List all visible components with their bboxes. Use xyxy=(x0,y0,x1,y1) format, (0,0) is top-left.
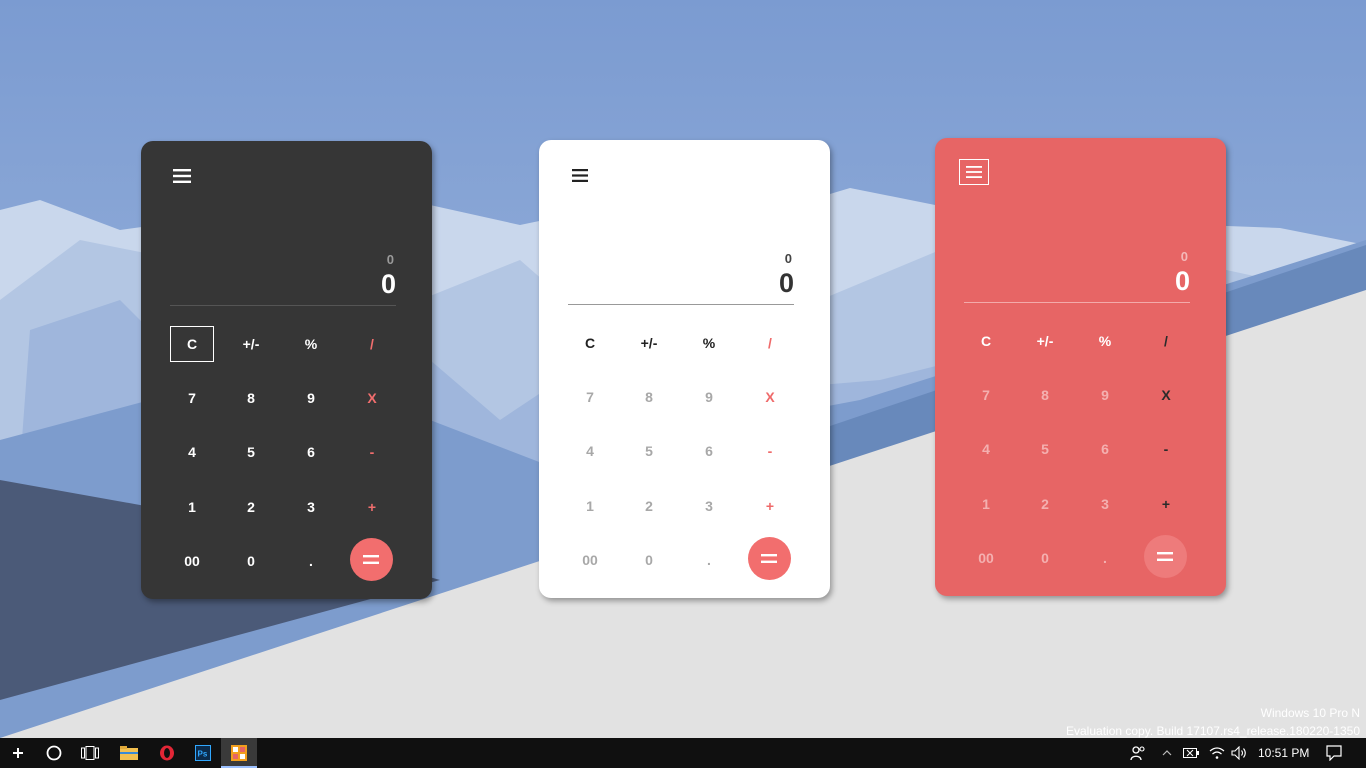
double-zero-button[interactable]: 00 xyxy=(568,542,612,578)
volume-icon[interactable] xyxy=(1228,738,1250,768)
digit-7-button[interactable]: 7 xyxy=(170,380,214,416)
previous-value: 0 xyxy=(784,251,792,266)
equals-button[interactable] xyxy=(349,537,393,581)
percent-button[interactable]: % xyxy=(289,326,333,362)
sign-button[interactable]: +/- xyxy=(229,326,273,362)
subtract-button[interactable]: - xyxy=(350,434,394,470)
calculator-app-icon[interactable] xyxy=(221,738,257,768)
equals-icon xyxy=(363,554,379,564)
multiply-button[interactable]: X xyxy=(350,380,394,416)
digit-4-button[interactable]: 4 xyxy=(568,433,612,469)
digit-9-button[interactable]: 9 xyxy=(687,379,731,415)
plus-icon[interactable] xyxy=(4,738,32,768)
decimal-button[interactable]: . xyxy=(1083,540,1127,576)
digit-9-button[interactable]: 9 xyxy=(1083,377,1127,413)
percent-button[interactable]: % xyxy=(1083,323,1127,359)
watermark-edition: Windows 10 Pro N xyxy=(1260,706,1360,720)
decimal-button[interactable]: . xyxy=(289,543,333,579)
digit-1-button[interactable]: 1 xyxy=(964,486,1008,522)
equals-button[interactable] xyxy=(747,536,791,580)
digit-2-button[interactable]: 2 xyxy=(627,488,671,524)
digit-6-button[interactable]: 6 xyxy=(1083,431,1127,467)
previous-value: 0 xyxy=(386,252,394,267)
digit-3-button[interactable]: 3 xyxy=(687,488,731,524)
percent-button[interactable]: % xyxy=(687,325,731,361)
digit-9-button[interactable]: 9 xyxy=(289,380,333,416)
multiply-button[interactable]: X xyxy=(1144,377,1188,413)
display-divider xyxy=(964,302,1190,303)
double-zero-button[interactable]: 00 xyxy=(964,540,1008,576)
current-value: 0 xyxy=(380,269,396,299)
digit-5-button[interactable]: 5 xyxy=(1023,431,1067,467)
task-view-icon[interactable] xyxy=(74,738,106,768)
current-value: 0 xyxy=(1174,266,1190,296)
digit-2-button[interactable]: 2 xyxy=(1023,486,1067,522)
equals-icon xyxy=(1157,551,1173,561)
people-icon[interactable] xyxy=(1124,738,1152,768)
digit-7-button[interactable]: 7 xyxy=(568,379,612,415)
clear-button[interactable]: C xyxy=(568,325,612,361)
digit-3-button[interactable]: 3 xyxy=(289,489,333,525)
current-value: 0 xyxy=(778,268,794,298)
double-zero-button[interactable]: 00 xyxy=(170,543,214,579)
digit-6-button[interactable]: 6 xyxy=(687,433,731,469)
digit-0-button[interactable]: 0 xyxy=(1023,540,1067,576)
wifi-icon[interactable] xyxy=(1206,738,1228,768)
digit-2-button[interactable]: 2 xyxy=(229,489,273,525)
add-button[interactable]: + xyxy=(1144,486,1188,522)
photoshop-icon[interactable]: Ps xyxy=(185,738,221,768)
equals-button[interactable] xyxy=(1143,534,1187,578)
decimal-button[interactable]: . xyxy=(687,542,731,578)
clear-button[interactable]: C xyxy=(964,323,1008,359)
display-divider xyxy=(568,304,794,305)
menu-icon[interactable] xyxy=(167,163,197,189)
clock[interactable]: 10:51 PM xyxy=(1258,746,1309,760)
chevron-up-icon[interactable] xyxy=(1157,738,1177,768)
taskbar: Ps 10:51 PM xyxy=(0,738,1366,768)
digit-7-button[interactable]: 7 xyxy=(964,377,1008,413)
digit-0-button[interactable]: 0 xyxy=(627,542,671,578)
digit-6-button[interactable]: 6 xyxy=(289,434,333,470)
subtract-button[interactable]: - xyxy=(1144,431,1188,467)
digit-4-button[interactable]: 4 xyxy=(964,431,1008,467)
subtract-button[interactable]: - xyxy=(748,433,792,469)
previous-value: 0 xyxy=(1180,249,1188,264)
equals-icon xyxy=(761,553,777,563)
digit-5-button[interactable]: 5 xyxy=(627,433,671,469)
multiply-button[interactable]: X xyxy=(748,379,792,415)
digit-8-button[interactable]: 8 xyxy=(627,379,671,415)
digit-0-button[interactable]: 0 xyxy=(229,543,273,579)
calculator-red: 0 0 C +/- % / 7 8 9 X 4 5 6 - 1 2 3 + 00… xyxy=(935,138,1226,596)
calculator-light: 0 0 C +/- % / 7 8 9 X 4 5 6 - 1 2 3 + 00… xyxy=(539,140,830,598)
display-divider xyxy=(170,305,396,306)
windows-watermark: Windows 10 Pro N Evaluation copy. Build … xyxy=(1066,704,1360,740)
digit-8-button[interactable]: 8 xyxy=(229,380,273,416)
sign-button[interactable]: +/- xyxy=(1023,323,1067,359)
file-explorer-icon[interactable] xyxy=(111,738,147,768)
digit-8-button[interactable]: 8 xyxy=(1023,377,1067,413)
calculator-dark: 0 0 C +/- % / 7 8 9 X 4 5 6 - 1 2 3 + 00… xyxy=(141,141,432,599)
divide-button[interactable]: / xyxy=(350,326,394,362)
digit-1-button[interactable]: 1 xyxy=(170,489,214,525)
menu-icon[interactable] xyxy=(565,162,595,188)
digit-4-button[interactable]: 4 xyxy=(170,434,214,470)
battery-icon[interactable] xyxy=(1180,738,1202,768)
digit-1-button[interactable]: 1 xyxy=(568,488,612,524)
add-button[interactable]: + xyxy=(748,488,792,524)
digit-3-button[interactable]: 3 xyxy=(1083,486,1127,522)
sign-button[interactable]: +/- xyxy=(627,325,671,361)
menu-icon[interactable] xyxy=(959,159,989,185)
opera-icon[interactable] xyxy=(149,738,185,768)
digit-5-button[interactable]: 5 xyxy=(229,434,273,470)
svg-text:Ps: Ps xyxy=(198,750,208,759)
divide-button[interactable]: / xyxy=(1144,323,1188,359)
add-button[interactable]: + xyxy=(350,489,394,525)
action-center-icon[interactable] xyxy=(1320,738,1348,768)
cortana-icon[interactable] xyxy=(38,738,70,768)
clear-button[interactable]: C xyxy=(170,326,214,362)
divide-button[interactable]: / xyxy=(748,325,792,361)
